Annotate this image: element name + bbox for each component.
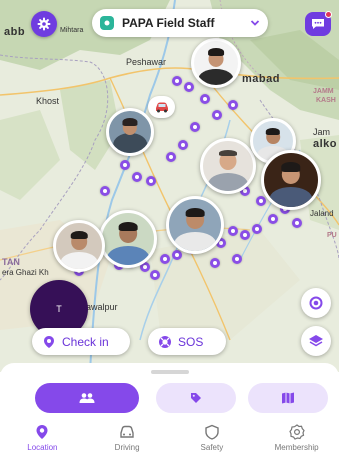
member-location-dot[interactable] [172,76,182,86]
tab-items[interactable] [156,383,236,413]
member-location-dot[interactable] [268,214,278,224]
city-label-abb: abb [4,26,26,38]
car-icon [155,102,168,113]
nav-driving[interactable]: Driving [85,422,170,459]
member-location-dot[interactable] [178,140,188,150]
member-avatar[interactable] [200,138,256,194]
city-label-dera-ghazi-khan: era Ghazi Kh [2,268,49,277]
member-location-dot[interactable] [232,254,242,264]
membership-badge-icon [288,424,305,440]
layers-icon [309,335,323,347]
member-avatar[interactable] [106,108,154,156]
member-location-dot[interactable] [200,94,210,104]
member-location-dot[interactable] [150,270,160,280]
settings-button[interactable] [31,11,57,37]
city-label-tan: TAN [2,257,20,267]
gear-icon [37,17,51,31]
driving-car-bubble[interactable] [148,96,175,118]
messages-button[interactable] [305,11,332,36]
location-target-icon [309,296,323,310]
nav-safety[interactable]: Safety [170,422,255,459]
city-label-khost: Khost [36,96,60,106]
circle-name: PAPA Field Staff [122,16,215,30]
member-avatar[interactable] [166,196,224,254]
member-location-dot[interactable] [146,176,156,186]
bottom-sheet[interactable]: Location Driving Safety Membership [0,363,339,459]
nav-membership-label: Membership [274,443,319,452]
nav-location-label: Location [27,443,58,452]
sos-button[interactable]: SOS [148,328,226,355]
member-location-dot[interactable] [212,110,222,120]
member-location-dot[interactable] [228,100,238,110]
notification-dot [325,11,332,18]
nav-driving-label: Driving [114,443,140,452]
member-location-dot[interactable] [256,196,266,206]
member-location-dot[interactable] [292,218,302,228]
chevron-down-icon [250,20,260,26]
circle-selector[interactable]: PAPA Field Staff [92,9,268,37]
map-layers-button[interactable] [301,326,331,356]
member-location-dot[interactable] [240,230,250,240]
location-pin-icon [36,425,48,439]
recenter-location-button[interactable] [301,288,331,318]
city-label-jam: Jam [313,127,331,137]
member-avatar[interactable] [191,38,241,88]
member-location-dot[interactable] [100,186,110,196]
city-label-jamm: JAMM [313,88,334,95]
city-label-bahawalpur: awalpur [86,302,118,312]
sos-lifebuoy-icon [159,335,171,348]
city-label-pu: PU [327,232,337,239]
city-label-mihtara: Mihtara [60,27,84,34]
city-label-peshawar: Peshawar [126,57,167,67]
member-location-dot[interactable] [172,250,182,260]
check-in-label: Check in [62,334,109,349]
tab-places[interactable] [248,383,328,413]
sheet-drag-handle[interactable] [151,370,189,374]
city-label-jaland: Jaland [310,209,334,218]
member-avatar[interactable] [261,150,321,210]
shield-icon [205,424,219,440]
nav-safety-label: Safety [200,443,224,452]
circle-group-icon [100,16,114,30]
map-places-icon [282,392,294,404]
tag-icon [191,393,201,403]
bottom-navigation: Location Driving Safety Membership [0,422,339,459]
member-location-dot[interactable] [210,258,220,268]
member-location-dot[interactable] [160,254,170,264]
member-location-dot[interactable] [190,122,200,132]
city-label-islamabad: mabad [242,73,280,85]
people-icon [79,393,95,403]
nav-membership[interactable]: Membership [254,422,339,459]
member-avatar[interactable] [53,220,105,272]
sos-label: SOS [178,334,204,349]
member-location-dot[interactable] [132,172,142,182]
city-label-sialkot: alko [313,138,338,150]
member-location-dot[interactable] [228,226,238,236]
map-view[interactable]: abb Mihtara Peshawar Khost mabad JAMM KA… [0,0,339,372]
chat-icon [312,19,324,29]
member-location-dot[interactable] [184,82,194,92]
check-in-button[interactable]: Check in [32,328,130,355]
member-location-dot[interactable] [166,152,176,162]
member-avatar[interactable] [99,210,157,268]
car-icon [120,425,134,438]
nav-location[interactable]: Location [0,422,85,459]
city-label-kash: KASH [316,97,336,104]
tab-people[interactable] [35,383,139,413]
check-in-pin-icon [44,335,54,348]
member-location-dot[interactable] [120,160,130,170]
member-location-dot[interactable] [252,224,262,234]
